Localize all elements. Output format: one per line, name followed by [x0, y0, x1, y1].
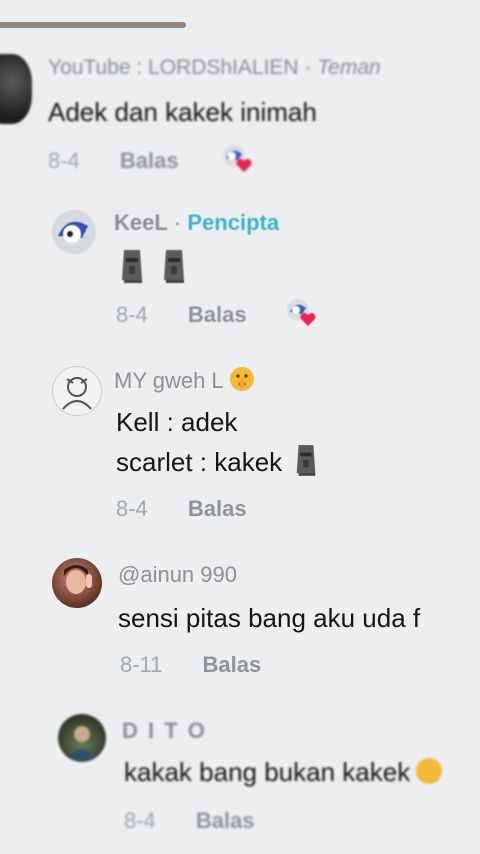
comment-text: kakak bang bukan kakek: [124, 757, 411, 787]
comment-author[interactable]: @ainun 990: [118, 562, 237, 588]
comment-meta: 8-4 Balas: [48, 148, 179, 174]
author-name[interactable]: MY gweh L: [114, 368, 223, 393]
comment-author[interactable]: MY gweh L: [114, 366, 255, 394]
moai-emoji-icon: [296, 445, 315, 476]
avatar[interactable]: [58, 714, 106, 762]
comment-text-line2: scarlet : kakek: [116, 447, 283, 477]
comment-item: MY gweh L Kell : adek scarlet : kakek 8-…: [0, 356, 480, 536]
emoji-icon: [415, 758, 442, 784]
separator: ·: [173, 210, 182, 235]
creator-liked-icon: [284, 296, 316, 326]
comment-text: Adek dan kakek inimah: [48, 97, 317, 127]
reply-button[interactable]: Balas: [203, 652, 262, 677]
comment-meta: 8-4 Balas: [124, 808, 255, 834]
comment-author[interactable]: D I T O: [122, 718, 207, 744]
moai-emoji-icon: [164, 250, 185, 283]
avatar[interactable]: [52, 558, 102, 608]
comment-text: sensi pitas bang aku uda f: [118, 603, 421, 633]
comment-emoji-text: [118, 248, 188, 284]
comment-text-line2-wrap: scarlet : kakek: [116, 442, 319, 482]
comment-date: 8-4: [116, 496, 148, 521]
comment-item: @ainun 990 sensi pitas bang aku uda f 8-…: [0, 552, 480, 692]
comment-item: KeeL · Pencipta 8-4 Balas: [0, 200, 480, 340]
comment-meta: 8-11 Balas: [120, 652, 261, 678]
reply-button[interactable]: Balas: [120, 148, 179, 173]
creator-liked-icon: [220, 142, 252, 172]
avatar[interactable]: [0, 54, 32, 124]
friend-label: Teman: [317, 56, 381, 79]
comment-meta: 8-4 Balas: [116, 302, 247, 328]
author-name[interactable]: YouTube : LORDShIALIEN: [48, 56, 299, 79]
comment-date: 8-4: [124, 808, 156, 833]
reply-button[interactable]: Balas: [196, 808, 255, 833]
separator: ·: [304, 56, 312, 79]
comment-item: D I T O kakak bang bukan kakek 8-4 Balas: [0, 706, 480, 854]
moai-emoji-icon: [122, 250, 142, 283]
comment-date: 8-4: [116, 302, 148, 327]
progress-bar: [0, 22, 186, 28]
avatar[interactable]: [52, 210, 96, 254]
avatar[interactable]: [52, 366, 102, 416]
comment-meta: 8-4 Balas: [116, 496, 247, 522]
creator-badge: Pencipta: [187, 210, 280, 235]
reply-button[interactable]: Balas: [188, 496, 247, 521]
comment-author[interactable]: KeeL · Pencipta: [114, 210, 279, 236]
comment-text-wrap: kakak bang bukan kakek: [124, 752, 443, 792]
comment-date: 8-4: [48, 148, 80, 173]
comment-author[interactable]: YouTube : LORDShIALIEN · Teman: [48, 56, 381, 80]
comment-text-line1: Kell : adek: [116, 407, 238, 437]
comment-date: 8-11: [120, 652, 163, 677]
reply-button[interactable]: Balas: [188, 302, 247, 327]
shushing-face-emoji-icon: [229, 367, 254, 391]
author-name[interactable]: KeeL: [114, 210, 168, 235]
comment-item: YouTube : LORDShIALIEN · Teman Adek dan …: [0, 40, 480, 190]
